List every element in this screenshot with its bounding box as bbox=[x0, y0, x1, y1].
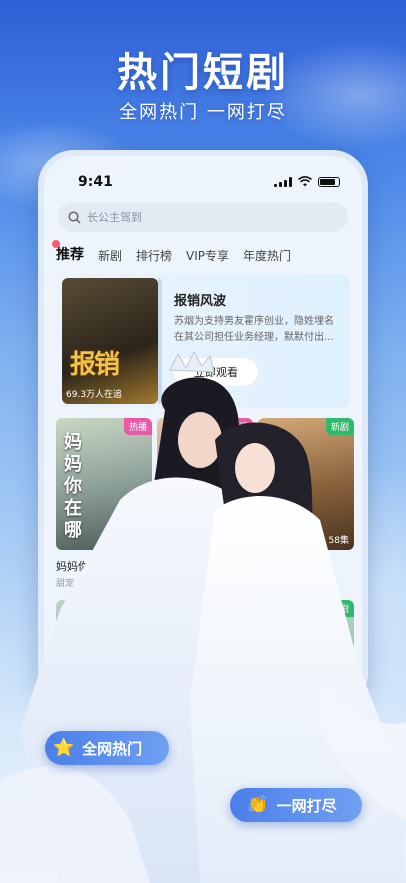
hero-title: 热门短剧 bbox=[117, 50, 289, 96]
poster-edge bbox=[158, 278, 162, 404]
episode-count: 58集 bbox=[328, 536, 349, 546]
status-badge: 新剧 bbox=[325, 418, 354, 435]
all-in-one-pill-badge: 👏 一网打尽 bbox=[230, 788, 362, 822]
status-badge: 新剧 bbox=[325, 600, 354, 617]
status-badge: 热播 bbox=[224, 418, 253, 435]
featured-poster[interactable]: 报销 69.3万人在追 bbox=[62, 278, 158, 404]
tab-new[interactable]: 新剧 bbox=[98, 247, 122, 264]
drama-card[interactable]: 新剧 58集 bbox=[258, 418, 354, 550]
category-tabs: 推荐 新剧 排行榜 VIP专享 年度热门 bbox=[52, 240, 291, 264]
drama-card[interactable]: 热播 bbox=[157, 418, 253, 550]
watch-now-button[interactable]: 立即观看 bbox=[174, 358, 258, 386]
search-placeholder: 长公主驾到 bbox=[87, 211, 142, 224]
search-icon bbox=[68, 210, 81, 224]
tab-annual-hot[interactable]: 年度热门 bbox=[243, 247, 291, 264]
status-badge: 热播 bbox=[123, 418, 152, 435]
featured-description: 苏烟为支持男友霍序创业，隐姓埋名在其公司担任业务经理，默默付出... bbox=[174, 316, 334, 343]
featured-drama-card[interactable]: 报销 69.3万人在追 报销风波 苏烟为支持男友霍序创业，隐姓埋名在其公司担任业… bbox=[56, 274, 350, 408]
wifi-icon bbox=[298, 176, 312, 187]
hero-subtitle: 全网热门 一网打尽 bbox=[119, 102, 287, 123]
drama-tags: 甜宠 偶 bbox=[56, 579, 86, 589]
poster-title-art: 报销 bbox=[70, 350, 120, 380]
hot-pill-badge: ⭐ 全网热门 bbox=[45, 731, 169, 765]
drama-card[interactable] bbox=[56, 600, 152, 704]
drama-card[interactable]: 新剧 bbox=[258, 600, 354, 704]
signal-icon bbox=[274, 176, 292, 187]
status-time: 9:41 bbox=[78, 174, 113, 190]
star-icon: ⭐ bbox=[53, 737, 75, 758]
pill-label: 一网打尽 bbox=[276, 796, 337, 815]
featured-title: 报销风波 bbox=[174, 294, 227, 309]
drama-caption: 妈妈你 bbox=[56, 560, 89, 573]
clap-icon: 👏 bbox=[247, 794, 269, 815]
tab-recommend[interactable]: 推荐 bbox=[52, 240, 84, 264]
poster-title-art: 妈妈你在哪 bbox=[64, 432, 82, 541]
tab-ranking[interactable]: 排行榜 bbox=[136, 247, 172, 264]
favorites-count: 69.3万人在追 bbox=[66, 390, 123, 400]
pill-label: 全网热门 bbox=[82, 739, 143, 758]
phone-mockup: 9:41 长公主驾到 推荐 新剧 排行榜 VIP专享 年度热门 报销 69.3万… bbox=[38, 150, 368, 710]
battery-icon bbox=[318, 176, 340, 187]
tab-vip[interactable]: VIP专享 bbox=[186, 247, 229, 264]
search-input[interactable]: 长公主驾到 bbox=[58, 202, 348, 232]
drama-card[interactable]: 热播 妈妈你在哪 bbox=[56, 418, 152, 550]
status-icons bbox=[274, 176, 340, 187]
status-bar: 9:41 bbox=[44, 168, 362, 192]
